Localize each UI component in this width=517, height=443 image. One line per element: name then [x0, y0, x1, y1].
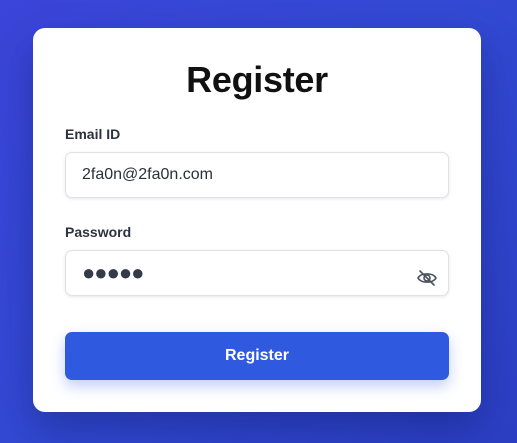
email-label: Email ID: [65, 126, 121, 142]
email-field-wrapper: [65, 152, 449, 198]
eye-off-icon[interactable]: [416, 268, 438, 288]
password-field-wrapper: [65, 250, 449, 296]
password-field[interactable]: [82, 251, 412, 295]
password-label: Password: [65, 224, 132, 240]
register-card: Register Email ID Password Register: [33, 28, 481, 412]
register-button[interactable]: Register: [65, 332, 449, 380]
page-title: Register: [186, 59, 328, 100]
email-field[interactable]: [82, 153, 412, 197]
